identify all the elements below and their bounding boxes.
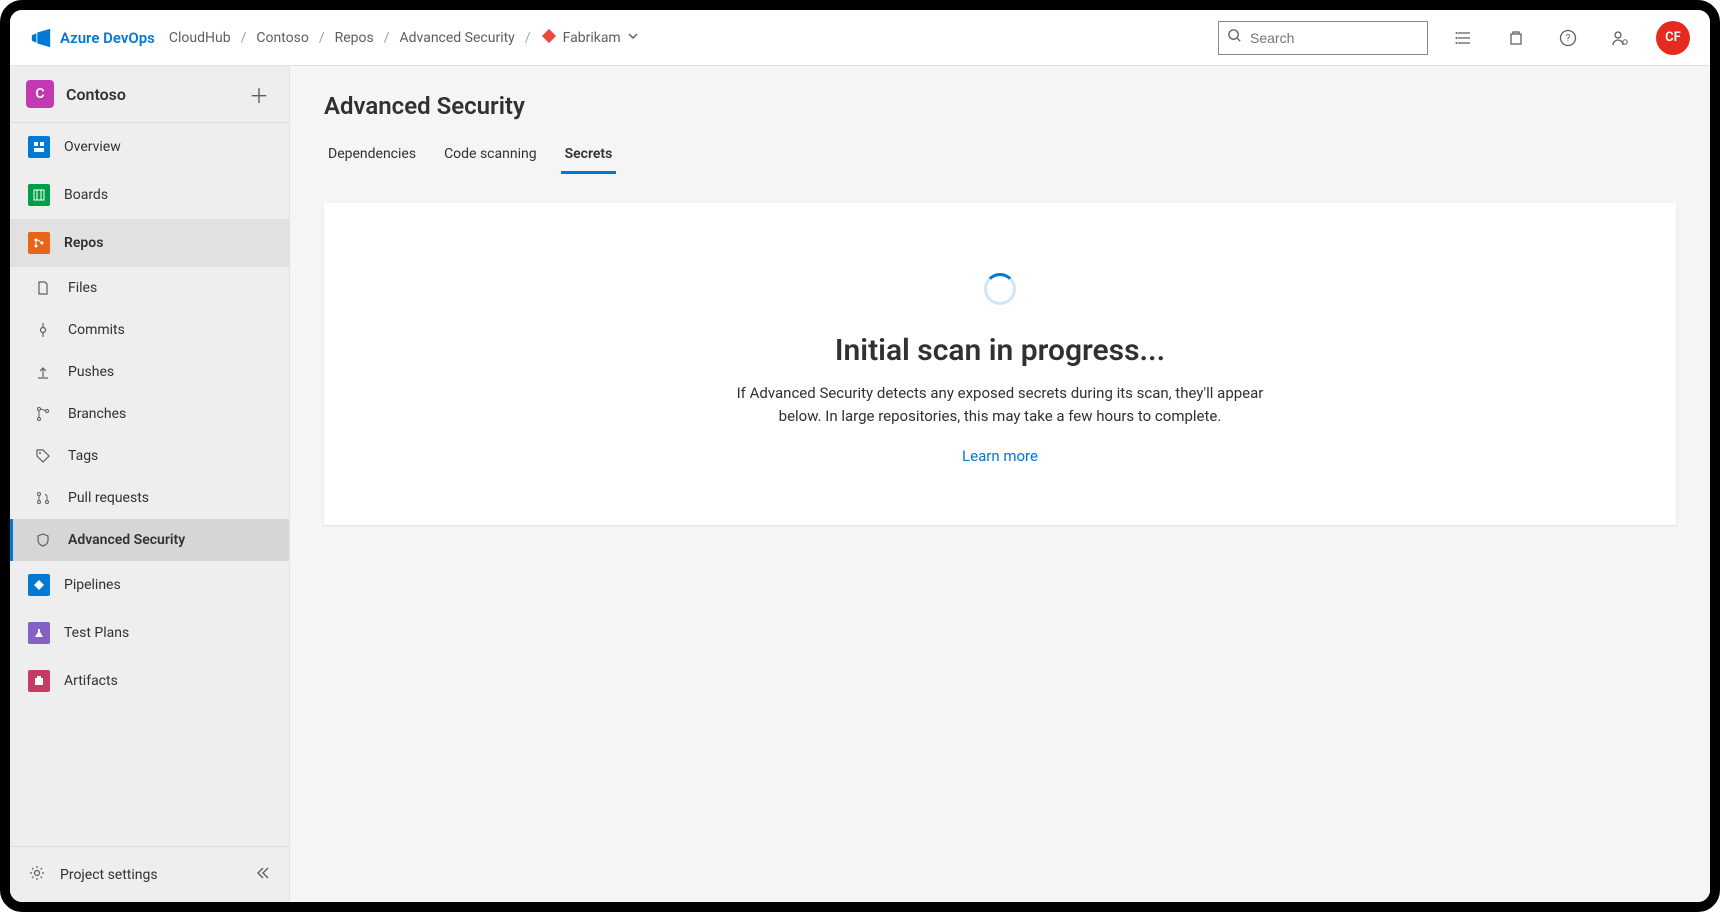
- status-heading: Initial scan in progress...: [364, 333, 1636, 368]
- chevron-double-left-icon: [255, 869, 271, 885]
- breadcrumb: CloudHub / Contoso / Repos / Advanced Se…: [169, 28, 639, 48]
- sidebar-item-label: Commits: [68, 322, 125, 338]
- work-items-icon[interactable]: [1448, 22, 1480, 54]
- tab-code-scanning[interactable]: Code scanning: [440, 138, 541, 174]
- sidebar-item-branches[interactable]: Branches: [10, 393, 289, 435]
- breadcrumb-separator: /: [525, 30, 531, 46]
- sidebar-item-label: Advanced Security: [68, 532, 185, 548]
- sidebar-item-label: Overview: [64, 139, 121, 155]
- body: C Contoso ＋ Overview Bo: [10, 66, 1710, 902]
- spinner-icon: [984, 273, 1016, 305]
- branch-icon: [32, 403, 54, 425]
- repo-name: Fabrikam: [563, 30, 621, 46]
- shield-icon: [32, 529, 54, 551]
- commit-icon: [32, 319, 54, 341]
- add-button[interactable]: ＋: [245, 80, 273, 108]
- search-input[interactable]: [1250, 30, 1431, 46]
- sidebar-item-repos[interactable]: Repos: [10, 219, 289, 267]
- sidebar-item-overview[interactable]: Overview: [10, 123, 289, 171]
- repos-icon: [28, 232, 50, 254]
- azure-devops-logo-icon: [30, 27, 52, 49]
- learn-more-link[interactable]: Learn more: [962, 447, 1038, 465]
- project-initial: C: [35, 86, 44, 102]
- main-content: Advanced Security Dependencies Code scan…: [290, 66, 1710, 902]
- repo-picker[interactable]: Fabrikam: [541, 28, 639, 48]
- sidebar-item-artifacts[interactable]: Artifacts: [10, 657, 289, 705]
- tag-icon: [32, 445, 54, 467]
- sidebar-item-label: Files: [68, 280, 97, 296]
- sidebar-item-pushes[interactable]: Pushes: [10, 351, 289, 393]
- topbar-right: ? CF: [1218, 21, 1690, 55]
- sidebar-footer: Project settings: [10, 846, 289, 902]
- sidebar-item-pull-requests[interactable]: Pull requests: [10, 477, 289, 519]
- breadcrumb-project[interactable]: Contoso: [256, 30, 308, 46]
- collapse-sidebar-button[interactable]: [255, 865, 271, 885]
- test-plans-icon: [28, 622, 50, 644]
- push-icon: [32, 361, 54, 383]
- plus-icon: ＋: [249, 80, 269, 109]
- breadcrumb-org[interactable]: CloudHub: [169, 30, 231, 46]
- topbar: Azure DevOps CloudHub / Contoso / Repos …: [10, 10, 1710, 66]
- breadcrumb-area[interactable]: Repos: [335, 30, 374, 46]
- brand[interactable]: Azure DevOps: [30, 27, 161, 49]
- sidebar-item-advanced-security[interactable]: Advanced Security: [10, 519, 289, 561]
- sidebar-item-label: Artifacts: [64, 673, 118, 689]
- sidebar-item-commits[interactable]: Commits: [10, 309, 289, 351]
- nav-list: Overview Boards Repos Files: [10, 123, 289, 846]
- page-title: Advanced Security: [324, 92, 1676, 120]
- sidebar-item-label: Tags: [68, 448, 98, 464]
- chevron-down-icon: [627, 30, 639, 46]
- artifacts-icon: [28, 670, 50, 692]
- avatar-initials: CF: [1665, 30, 1681, 45]
- sidebar-item-tags[interactable]: Tags: [10, 435, 289, 477]
- sidebar-item-label: Pushes: [68, 364, 114, 380]
- status-text: If Advanced Security detects any exposed…: [720, 382, 1280, 427]
- project-name: Contoso: [66, 85, 233, 104]
- file-icon: [32, 277, 54, 299]
- sidebar-item-label: Pull requests: [68, 490, 149, 506]
- status-card: Initial scan in progress... If Advanced …: [324, 203, 1676, 525]
- breadcrumb-page[interactable]: Advanced Security: [400, 30, 515, 46]
- help-icon[interactable]: ?: [1552, 22, 1584, 54]
- sidebar-item-label: Boards: [64, 187, 108, 203]
- search-box[interactable]: [1218, 21, 1428, 55]
- marketplace-icon[interactable]: [1500, 22, 1532, 54]
- svg-text:?: ?: [1566, 33, 1571, 44]
- pull-request-icon: [32, 487, 54, 509]
- sidebar-item-label: Test Plans: [64, 625, 129, 641]
- avatar[interactable]: CF: [1656, 21, 1690, 55]
- boards-icon: [28, 184, 50, 206]
- sidebar-item-files[interactable]: Files: [10, 267, 289, 309]
- sidebar-item-pipelines[interactable]: Pipelines: [10, 561, 289, 609]
- overview-icon: [28, 136, 50, 158]
- sidebar-item-label: Repos: [64, 235, 103, 251]
- tab-secrets[interactable]: Secrets: [561, 138, 617, 174]
- project-header[interactable]: C Contoso ＋: [10, 66, 289, 123]
- sidebar: C Contoso ＋ Overview Bo: [10, 66, 290, 902]
- tabs: Dependencies Code scanning Secrets: [324, 138, 1676, 175]
- search-icon: [1227, 28, 1242, 47]
- gear-icon: [28, 864, 46, 886]
- breadcrumb-separator: /: [319, 30, 325, 46]
- project-settings-link[interactable]: Project settings: [60, 867, 158, 883]
- brand-name: Azure DevOps: [60, 29, 155, 47]
- sidebar-item-boards[interactable]: Boards: [10, 171, 289, 219]
- user-settings-icon[interactable]: [1604, 22, 1636, 54]
- breadcrumb-separator: /: [241, 30, 247, 46]
- pipelines-icon: [28, 574, 50, 596]
- sidebar-item-label: Branches: [68, 406, 126, 422]
- repo-diamond-icon: [541, 28, 557, 48]
- tab-dependencies[interactable]: Dependencies: [324, 138, 420, 174]
- sidebar-item-test-plans[interactable]: Test Plans: [10, 609, 289, 657]
- sidebar-item-label: Pipelines: [64, 577, 121, 593]
- project-tile: C: [26, 80, 54, 108]
- breadcrumb-separator: /: [384, 30, 390, 46]
